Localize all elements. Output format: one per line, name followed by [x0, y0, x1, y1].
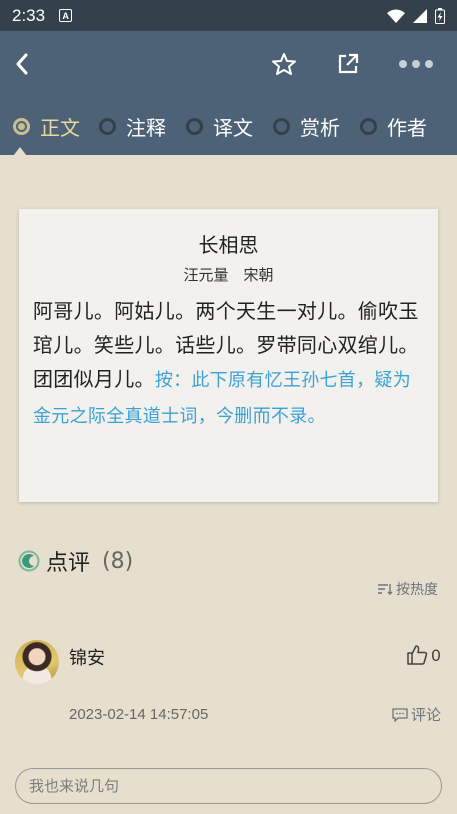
poem-body: 阿哥儿。阿姑儿。两个天生一对儿。偷吹玉琯儿。笑些儿。话些儿。罗带同心双绾儿。团团…	[33, 294, 424, 434]
avatar[interactable]	[15, 640, 59, 684]
like-button[interactable]: 0	[406, 644, 441, 666]
favorite-button[interactable]	[268, 49, 300, 79]
share-button[interactable]	[332, 49, 364, 79]
tab-appreciation[interactable]: 赏析	[273, 109, 340, 143]
sort-by-popularity-button[interactable]: 按热度	[377, 579, 438, 599]
status-time: 2:33	[12, 5, 46, 25]
comments-header: 点评 (8)	[18, 545, 133, 577]
comment-username[interactable]: 锦安	[69, 644, 105, 670]
comment-bubble-icon	[392, 707, 408, 722]
tab-dot-icon	[186, 117, 203, 135]
back-button[interactable]	[8, 49, 36, 79]
tab-text[interactable]: 正文	[13, 109, 80, 143]
poem-title: 长相思	[198, 233, 259, 257]
reply-label: 评论	[410, 706, 441, 724]
like-count: 0	[430, 645, 441, 665]
tab-label: 正文	[40, 115, 80, 140]
status-bar: 2:33 A	[0, 0, 457, 31]
tab-label: 注释	[126, 115, 166, 140]
sort-icon	[378, 584, 393, 595]
tab-dot-icon	[273, 117, 290, 135]
more-dots-icon	[399, 60, 433, 68]
chevron-left-icon	[16, 53, 28, 75]
comment-timestamp: 2023-02-14 14:57:05	[69, 706, 209, 723]
comments-title: 点评	[46, 551, 91, 576]
tab-translation[interactable]: 译文	[186, 109, 253, 143]
tab-bar: 正文 注释 译文 赏析 作者	[0, 109, 457, 143]
tab-label: 译文	[213, 115, 253, 140]
tab-indicator	[13, 147, 27, 156]
comment-input-bar	[0, 760, 457, 814]
comments-count: (8)	[102, 548, 134, 574]
star-icon	[272, 53, 296, 75]
status-icons	[387, 7, 445, 24]
thumbs-up-icon	[407, 645, 428, 665]
poem-author: 汪元量 宋朝	[183, 266, 274, 284]
notification-a-icon: A	[59, 9, 73, 22]
tab-dot-icon	[360, 117, 377, 135]
tab-dot-icon	[99, 117, 116, 135]
tab-author[interactable]: 作者	[360, 109, 427, 143]
comment-input[interactable]	[15, 768, 442, 804]
comment-item: 锦安 0 2023-02-14 14:57:05 评论	[0, 638, 457, 738]
tab-label: 赏析	[300, 115, 340, 140]
battery-icon	[435, 7, 445, 24]
more-button[interactable]	[396, 49, 436, 79]
share-icon	[338, 53, 359, 74]
wifi-icon	[387, 9, 405, 23]
tab-label: 作者	[387, 115, 427, 140]
app-header: 正文 注释 译文 赏析 作者	[0, 31, 457, 156]
tab-notes[interactable]: 注释	[99, 109, 166, 143]
tab-dot-icon	[13, 117, 30, 135]
sort-label: 按热度	[396, 582, 438, 598]
cellular-icon	[413, 8, 427, 23]
poem-card: 长相思 汪元量 宋朝 阿哥儿。阿姑儿。两个天生一对儿。偷吹玉琯儿。笑些儿。话些儿…	[19, 209, 438, 502]
comment-logo-icon	[18, 550, 40, 572]
reply-button[interactable]: 评论	[392, 704, 441, 725]
